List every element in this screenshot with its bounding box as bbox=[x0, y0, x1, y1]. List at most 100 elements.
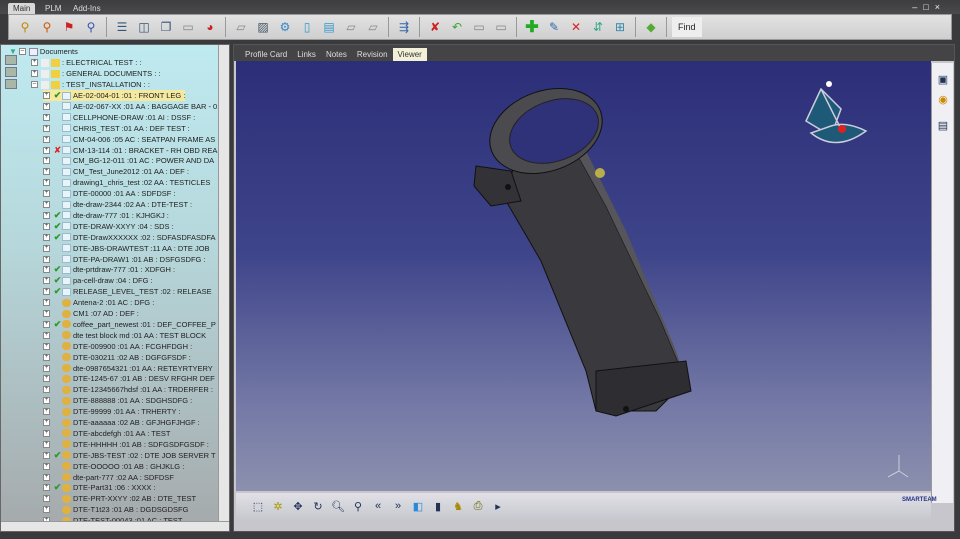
tab-viewer[interactable]: Viewer bbox=[392, 48, 427, 61]
add-link-icon[interactable]: ⊞ bbox=[610, 17, 630, 37]
expand-icon[interactable]: + bbox=[43, 179, 50, 187]
tree-item[interactable]: + AE-02-067-XX :01 AA : BAGGAGE BAR - 01 bbox=[43, 101, 219, 112]
tree-item[interactable]: + ✔ coffee_part_newest :01 : DEF_COFFEE_P bbox=[43, 319, 216, 330]
shading-icon[interactable]: ▮ bbox=[430, 498, 446, 514]
zoom-icon[interactable]: 🔍︎ bbox=[330, 498, 346, 514]
expand-icon[interactable]: + bbox=[43, 408, 50, 416]
find-icon[interactable]: ⚲ bbox=[81, 17, 101, 37]
tab-revision[interactable]: Revision bbox=[352, 48, 393, 61]
tree-item[interactable]: + ✔ dte-prtdraw-777 :01 : XDFGH : bbox=[43, 264, 175, 275]
undo-icon[interactable]: ↶ bbox=[447, 17, 467, 37]
pointer-icon[interactable]: ▸ bbox=[490, 498, 506, 514]
expand-icon[interactable]: + bbox=[43, 135, 50, 143]
tree-item[interactable]: + dte test block md :01 AA : TEST BLOCK bbox=[43, 330, 206, 341]
expand-icon[interactable]: + bbox=[43, 451, 50, 459]
search-doc-icon[interactable]: ⚲ bbox=[15, 17, 35, 37]
tab-links[interactable]: Links bbox=[292, 48, 321, 61]
previous-view-icon[interactable]: « bbox=[370, 498, 386, 514]
tree-item[interactable]: + CHRIS_TEST :01 AA : DEF TEST : bbox=[43, 123, 190, 134]
expand-icon[interactable]: – bbox=[31, 81, 38, 88]
close-button[interactable]: × bbox=[935, 2, 946, 12]
expand-icon[interactable]: + bbox=[43, 419, 50, 426]
tree-item[interactable]: + DTE-aaaaaa :02 AB : GFJHGFJHGF : bbox=[43, 417, 200, 428]
properties-icon[interactable]: ▤ bbox=[935, 117, 951, 133]
tab-notes[interactable]: Notes bbox=[321, 48, 352, 61]
viewer-icon[interactable]: ◕ bbox=[200, 17, 220, 37]
tree-item[interactable]: + DTE-HHHHH :01 AB : SDFGSDFGSDF : bbox=[43, 439, 209, 450]
find-button[interactable]: Find bbox=[672, 17, 702, 37]
part-model[interactable] bbox=[236, 61, 931, 491]
expand-icon[interactable]: + bbox=[43, 92, 50, 99]
tree-item[interactable]: + ✔ RELEASE_LEVEL_TEST :02 : RELEASE bbox=[43, 286, 212, 297]
add-icon[interactable]: ✚ bbox=[522, 17, 542, 37]
expand-icon[interactable]: + bbox=[43, 397, 50, 405]
checkbox[interactable] bbox=[41, 80, 49, 89]
expand-icon[interactable]: + bbox=[43, 146, 50, 154]
expand-icon[interactable]: + bbox=[43, 495, 50, 503]
display-icon[interactable]: ▣ bbox=[935, 71, 951, 87]
tree-item[interactable]: + DTE-T1t23 :01 AB : DGDSGDSFG bbox=[43, 504, 188, 515]
expand-icon[interactable]: + bbox=[43, 386, 50, 394]
expand-icon[interactable]: + bbox=[43, 440, 50, 448]
expand-icon[interactable]: + bbox=[43, 168, 50, 176]
tree-item[interactable]: + DTE-1245-67 :01 AB : DESV RFGHR DEF bbox=[43, 373, 215, 384]
compass-icon[interactable] bbox=[805, 81, 868, 144]
tree-item[interactable]: + DTE-99999 :01 AA : TRHERTY : bbox=[43, 406, 181, 417]
expand-icon[interactable]: + bbox=[31, 70, 38, 77]
expand-icon[interactable]: + bbox=[43, 222, 50, 230]
tree-item[interactable]: + dte-draw-2344 :02 AA : DTE-TEST : bbox=[43, 199, 192, 210]
windows-icon[interactable]: ❐ bbox=[156, 17, 176, 37]
tree-item[interactable]: + DTE-JBS-DRAWTEST :11 AA : DTE JOB bbox=[43, 243, 210, 254]
tree-item[interactable]: + ✔ DTE-Part31 :06 : XXXX : bbox=[43, 482, 156, 493]
tree-horizontal-scrollbar[interactable] bbox=[1, 521, 229, 531]
expand-icon[interactable]: + bbox=[43, 331, 50, 339]
expand-icon[interactable]: + bbox=[43, 266, 50, 274]
expand-icon[interactable]: + bbox=[43, 190, 50, 198]
link-icon[interactable]: ⇵ bbox=[588, 17, 608, 37]
tree-item[interactable]: + dte-part-777 :02 AA : SDFDSF bbox=[43, 472, 174, 483]
tree-item[interactable]: + dte-0987654321 :01 AA : RETEYRTYERY bbox=[43, 363, 213, 374]
copy-icon[interactable]: ▭ bbox=[469, 17, 489, 37]
expand-icon[interactable]: + bbox=[43, 102, 50, 110]
tree-item[interactable]: + DTE-OOOOO :01 AB : GHJKLG : bbox=[43, 461, 184, 472]
expand-icon[interactable]: + bbox=[43, 320, 50, 328]
tree-item[interactable]: + CM_BG-12-011 :01 AC : POWER AND DA bbox=[43, 155, 214, 166]
print-icon[interactable]: ▭ bbox=[178, 17, 198, 37]
measure-icon[interactable]: ♞ bbox=[450, 498, 466, 514]
tree-item[interactable]: + ✔ DTE-DrawXXXXXX :02 : SDFASDFASDFA bbox=[43, 232, 216, 243]
pan-icon[interactable]: ✥ bbox=[290, 498, 306, 514]
tree-item[interactable]: + DTE-009900 :01 AA : FCGHFDGH : bbox=[43, 341, 192, 352]
expand-icon[interactable]: + bbox=[43, 244, 50, 252]
expand-icon[interactable]: + bbox=[43, 233, 50, 241]
tree-item[interactable]: + DTE-PA-DRAW1 :01 AB : DSFGSDFG : bbox=[43, 254, 206, 265]
expand-icon[interactable]: + bbox=[43, 429, 50, 437]
tree-item[interactable]: + ✔ AE-02-004-01 :01 : FRONT LEG : bbox=[43, 90, 186, 101]
filter-icon[interactable]: ▼ bbox=[9, 47, 17, 56]
edit-icon[interactable]: ✎ bbox=[544, 17, 564, 37]
tree-item[interactable]: + CM1 :07 AD : DEF : bbox=[43, 308, 139, 319]
render-icon[interactable]: ◉ bbox=[935, 91, 951, 107]
expand-icon[interactable]: + bbox=[43, 342, 50, 350]
release-icon[interactable]: ▱ bbox=[363, 17, 383, 37]
share-icon[interactable]: ⇶ bbox=[394, 17, 414, 37]
expand-icon[interactable]: + bbox=[43, 157, 50, 165]
expand-icon[interactable]: + bbox=[43, 201, 50, 208]
expand-icon[interactable]: + bbox=[43, 124, 50, 132]
tree-item[interactable]: + ✔ pa-cell-draw :04 : DFG : bbox=[43, 275, 153, 286]
tree-item[interactable]: + DTE-00000 :01 AA : SDFDSF : bbox=[43, 188, 176, 199]
expand-icon[interactable]: + bbox=[43, 255, 50, 263]
expand-icon[interactable]: + bbox=[43, 484, 50, 492]
tree-vertical-scrollbar[interactable] bbox=[218, 45, 229, 521]
window-controls[interactable]: –□× bbox=[912, 2, 946, 12]
rotate-icon[interactable]: ↻ bbox=[310, 498, 326, 514]
image-icon[interactable]: ▨ bbox=[253, 17, 273, 37]
next-view-icon[interactable]: » bbox=[390, 498, 406, 514]
split-vertical-icon[interactable]: ◫ bbox=[134, 17, 154, 37]
view-cube-icon[interactable]: ◧ bbox=[410, 498, 426, 514]
gear-icon[interactable]: ⚙ bbox=[275, 17, 295, 37]
zoom-area-icon[interactable]: ⚲ bbox=[350, 498, 366, 514]
expand-icon[interactable]: + bbox=[43, 506, 50, 514]
query-icon[interactable]: ⚑ bbox=[59, 17, 79, 37]
tree-item[interactable]: + DTE-12345667hdsf :01 AA : TRDERFER : bbox=[43, 384, 213, 395]
expand-icon[interactable]: + bbox=[43, 299, 50, 307]
